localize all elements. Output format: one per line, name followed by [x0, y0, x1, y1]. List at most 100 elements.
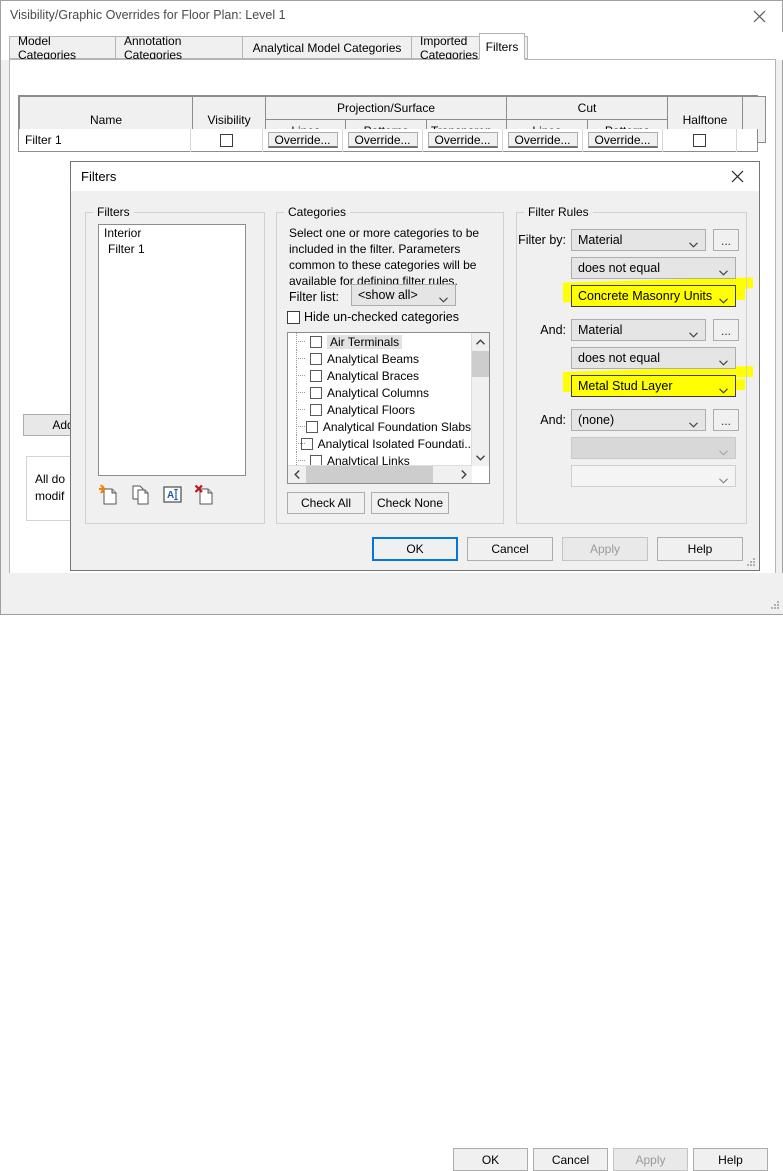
main-ok-button[interactable]: OK	[453, 1148, 528, 1171]
rule-1-field-dropdown[interactable]: Material	[571, 229, 706, 251]
filters-help-button[interactable]: Help	[657, 537, 743, 561]
filters-group-label: Filters	[93, 205, 134, 219]
delete-filter-icon[interactable]	[194, 484, 216, 506]
list-item[interactable]: Analytical Floors	[288, 401, 471, 418]
override-ps-transparency-button[interactable]: Override...	[427, 132, 498, 148]
scroll-left-icon[interactable]	[288, 466, 305, 483]
rule-1-browse-button[interactable]: ...	[713, 229, 739, 251]
rule-3-label: And:	[540, 413, 566, 427]
tab-model-categories[interactable]: Model Categories	[9, 33, 116, 62]
category-checkbox[interactable]	[310, 352, 322, 365]
filters-listbox[interactable]: Interior Filter 1	[98, 224, 246, 476]
scroll-up-icon[interactable]	[472, 333, 489, 350]
button-label: Apply	[635, 1152, 666, 1167]
tab-analytical-model-categories[interactable]: Analytical Model Categories	[242, 36, 412, 59]
tree-line-icon	[296, 367, 310, 384]
rule-2-label: And:	[540, 323, 566, 337]
list-item[interactable]: Interior	[99, 225, 245, 241]
button-label: Apply	[589, 542, 621, 556]
tab-filters[interactable]: Filters	[479, 33, 525, 60]
tab-label: Model Categories	[18, 33, 77, 62]
svg-text:A: A	[167, 490, 174, 501]
hide-unchecked-row[interactable]: Hide un-checked categories	[287, 310, 459, 324]
main-help-button[interactable]: Help	[693, 1148, 768, 1171]
rule-1-value-dropdown[interactable]: Concrete Masonry Units	[571, 285, 736, 307]
rule-3-value-dropdown	[571, 465, 736, 487]
list-item[interactable]: Analytical Columns	[288, 384, 471, 401]
categories-hscrollbar[interactable]	[288, 465, 472, 483]
list-item[interactable]: Analytical Beams	[288, 350, 471, 367]
close-icon[interactable]	[715, 162, 759, 191]
button-label: Check All	[300, 496, 352, 510]
filters-ok-button[interactable]: OK	[372, 537, 458, 561]
categories-description: Select one or more categories to be incl…	[289, 226, 480, 288]
categories-tree-items[interactable]: Air Terminals Analytical Beams Analytica…	[288, 333, 471, 465]
visibility-checkbox[interactable]	[220, 133, 233, 147]
rule-2-operator-dropdown[interactable]: does not equal	[571, 347, 736, 369]
category-checkbox[interactable]	[310, 454, 322, 465]
close-icon[interactable]	[736, 1, 782, 32]
list-item-label: Interior	[104, 226, 142, 240]
button-label: OK	[406, 542, 424, 556]
filters-cancel-button[interactable]: Cancel	[467, 537, 553, 561]
list-item-label-selected: Filter 1	[108, 242, 145, 256]
category-checkbox[interactable]	[305, 420, 318, 433]
rule-2-field-dropdown[interactable]: Material	[571, 319, 706, 341]
rule-1-label: Filter by:	[518, 233, 566, 247]
filters-dialog-title: Filters	[81, 169, 117, 184]
rename-filter-icon[interactable]: A	[162, 485, 184, 507]
scroll-down-icon[interactable]	[472, 449, 489, 466]
check-none-button[interactable]: Check None	[371, 492, 449, 514]
category-checkbox[interactable]	[310, 335, 322, 348]
scroll-right-icon[interactable]	[455, 466, 472, 483]
filter-list-label: Filter list:	[289, 290, 339, 304]
rule-field-value: (none)	[578, 413, 615, 427]
check-all-button[interactable]: Check All	[287, 492, 365, 514]
table-row[interactable]: Filter 1 Override... Override... Overrid…	[18, 128, 758, 152]
halftone-checkbox[interactable]	[693, 133, 706, 147]
override-cut-lines-button[interactable]: Override...	[507, 132, 578, 148]
list-item[interactable]: Analytical Links	[288, 452, 471, 465]
override-cut-patterns-button[interactable]: Override...	[587, 132, 658, 148]
categories-group-label: Categories	[284, 205, 351, 219]
category-checkbox[interactable]	[310, 386, 322, 399]
filter-list-value: <show all>	[358, 288, 418, 302]
categories-vscrollbar[interactable]	[471, 333, 489, 466]
list-item[interactable]: Analytical Isolated Foundati..	[288, 435, 471, 452]
rule-3-operator-dropdown	[571, 437, 736, 459]
tree-line-icon	[296, 350, 310, 367]
chevron-down-icon	[719, 355, 728, 366]
tabstrip: Model Categories Annotation Categories A…	[1, 32, 783, 62]
filter-list-dropdown[interactable]: <show all>	[351, 284, 456, 306]
list-item[interactable]: Analytical Foundation Slabs	[288, 418, 471, 435]
tab-annotation-categories[interactable]: Annotation Categories	[115, 34, 243, 62]
vscroll-thumb[interactable]	[472, 351, 489, 377]
new-filter-icon[interactable]	[98, 484, 120, 506]
list-item-label: Air Terminals	[327, 334, 403, 349]
rule-3-browse-button[interactable]: ...	[713, 409, 739, 431]
list-item[interactable]: Analytical Braces	[288, 367, 471, 384]
rule-1-operator-dropdown[interactable]: does not equal	[571, 257, 736, 279]
filters-dialog: Filters Filters Interior Filter 1 A Cate…	[70, 161, 760, 571]
hide-unchecked-checkbox[interactable]	[287, 310, 300, 324]
hscroll-thumb[interactable]	[306, 466, 433, 483]
rule-field-value: Material	[578, 233, 623, 247]
override-ps-lines-button[interactable]: Override...	[267, 132, 338, 148]
rule-2-browse-button[interactable]: ...	[713, 319, 739, 341]
categories-tree[interactable]: Air Terminals Analytical Beams Analytica…	[287, 332, 490, 484]
grid-header-cut: Cut	[506, 96, 668, 120]
rule-3-field-dropdown[interactable]: (none)	[571, 409, 706, 431]
duplicate-filter-icon[interactable]	[130, 484, 152, 506]
filters-resize-grip[interactable]	[746, 557, 756, 567]
rule-2-value-dropdown[interactable]: Metal Stud Layer	[571, 375, 736, 397]
list-item-label: Analytical Beams	[327, 351, 420, 366]
main-resize-grip[interactable]	[770, 600, 780, 610]
button-label: Check None	[376, 496, 444, 510]
category-checkbox[interactable]	[310, 369, 322, 382]
main-cancel-button[interactable]: Cancel	[533, 1148, 608, 1171]
button-label: OK	[481, 1152, 500, 1167]
list-item[interactable]: Air Terminals	[288, 333, 471, 350]
override-ps-patterns-button[interactable]: Override...	[347, 132, 418, 148]
list-item[interactable]: Filter 1	[99, 241, 245, 257]
category-checkbox[interactable]	[310, 403, 322, 416]
